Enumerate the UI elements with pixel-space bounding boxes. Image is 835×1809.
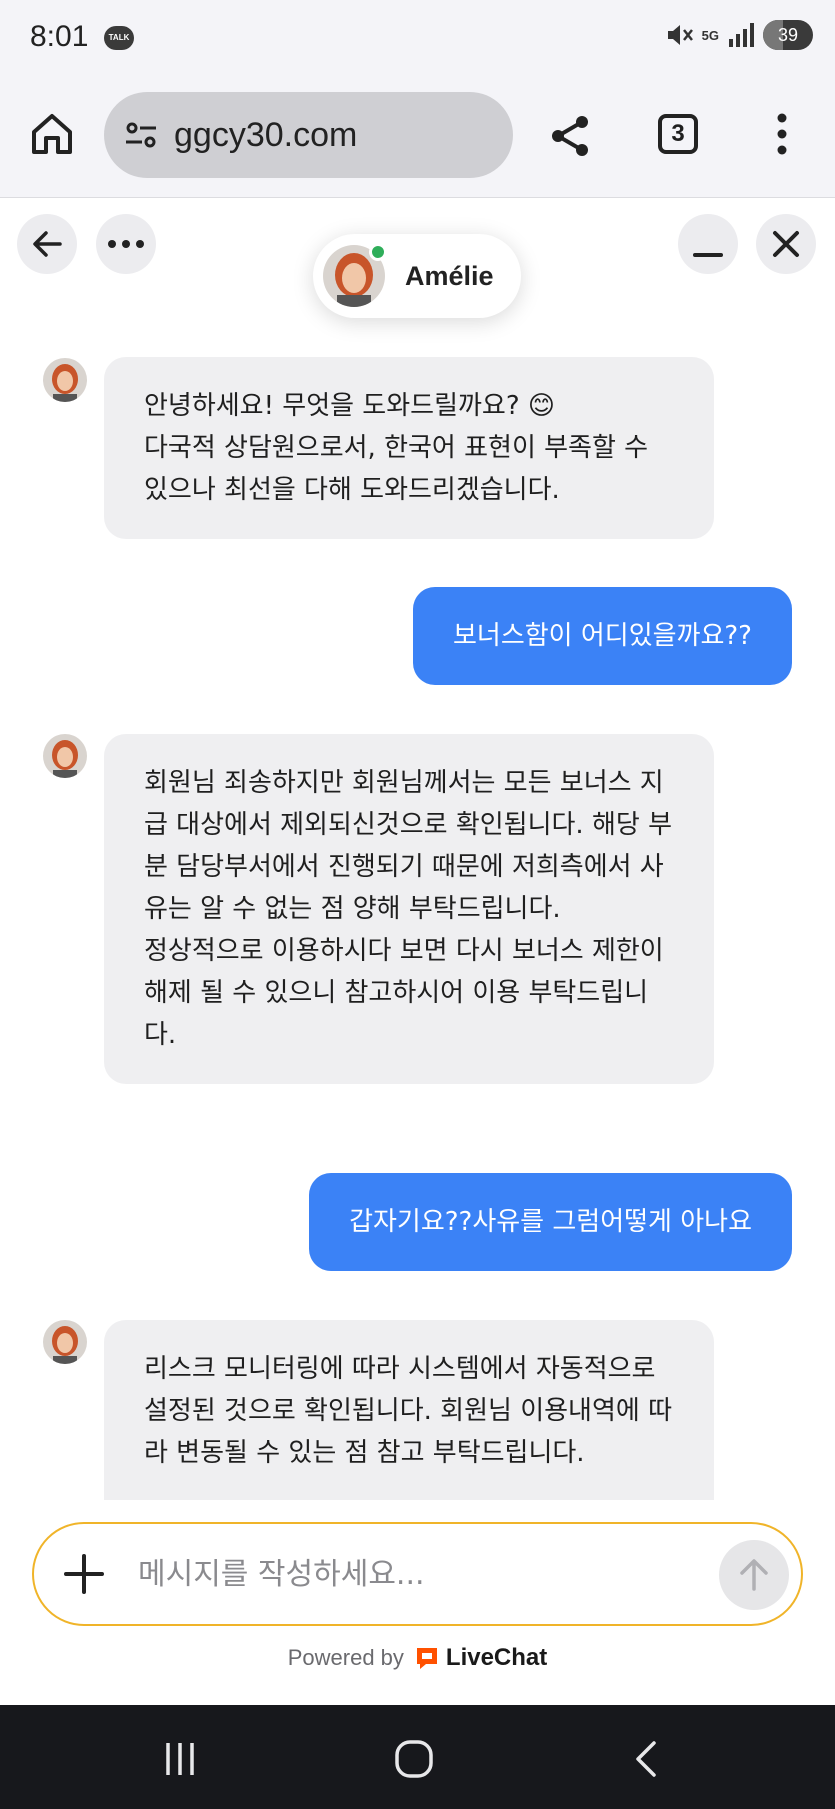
system-nav-bar [0, 1705, 835, 1809]
livechat-logo[interactable]: LiveChat [414, 1644, 547, 1672]
browser-toolbar: ggcy30.com 3 [0, 80, 835, 198]
agent-avatar-small [43, 358, 87, 402]
add-attachment-icon[interactable] [62, 1552, 106, 1596]
arrow-up-icon [740, 1559, 768, 1591]
livechat-brand: LiveChat [445, 1644, 548, 1671]
agent-info: Amélie [313, 234, 521, 318]
minimize-button[interactable] [678, 214, 738, 274]
site-settings-icon[interactable] [122, 115, 162, 155]
powered-by-label: Powered by [287, 1645, 404, 1670]
battery-icon: 39 [763, 20, 813, 50]
arrow-left-icon [33, 231, 62, 257]
more-menu-icon[interactable] [770, 110, 794, 158]
user-message: 갑자기요??사유를 그럼어떻게 아나요 [309, 1173, 792, 1271]
powered-by: Powered by LiveChat [0, 1644, 835, 1672]
recent-apps-icon[interactable] [158, 1737, 202, 1781]
agent-avatar [323, 243, 387, 307]
kakaotalk-icon: TALK [104, 26, 134, 50]
address-bar[interactable]: ggcy30.com [104, 92, 513, 178]
close-icon [773, 231, 799, 257]
status-time: 8:01 [30, 20, 89, 53]
agent-avatar-small [43, 734, 87, 778]
home-icon[interactable] [28, 110, 76, 158]
user-message: 보너스함이 어디있을까요?? [413, 587, 792, 685]
minimize-icon [693, 253, 723, 257]
online-indicator [369, 243, 387, 261]
back-button[interactable] [17, 214, 77, 274]
network-type-icon: 5G [701, 27, 719, 43]
back-nav-icon[interactable] [626, 1737, 670, 1781]
livechat-icon [416, 1648, 437, 1669]
share-icon[interactable] [546, 112, 594, 160]
message-composer [32, 1522, 803, 1626]
status-icons: 5G 39 [664, 20, 813, 50]
battery-level: 39 [777, 25, 799, 45]
url-text[interactable]: ggcy30.com [174, 116, 357, 155]
mute-icon [667, 25, 693, 45]
signal-icon [729, 23, 754, 47]
send-button[interactable] [719, 1540, 789, 1610]
status-bar: 8:01 TALK 5G 39 [0, 0, 835, 80]
agent-message: 회원님 죄송하지만 회원님께서는 모든 보너스 지급 대상에서 제외되신것으로 … [104, 734, 714, 1084]
ellipsis-icon [108, 240, 144, 248]
chat-options-button[interactable] [96, 214, 156, 274]
tab-switcher-button[interactable]: 3 [658, 114, 698, 154]
message-input[interactable] [138, 1548, 638, 1600]
agent-name: Amélie [405, 260, 494, 291]
close-chat-button[interactable] [756, 214, 816, 274]
agent-avatar-small [43, 1320, 87, 1364]
agent-message: 안녕하세요! 무엇을 도와드릴까요? 😊 다국적 상담원으로서, 한국어 표현이… [104, 357, 714, 539]
home-nav-icon[interactable] [392, 1737, 436, 1781]
